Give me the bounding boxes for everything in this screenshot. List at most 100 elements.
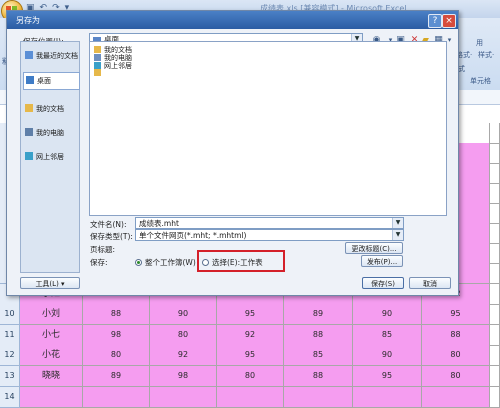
highlight-box: [197, 250, 285, 272]
name-cell[interactable]: 小七: [20, 325, 83, 346]
score-cell[interactable]: [490, 345, 500, 366]
score-cell[interactable]: 80: [150, 325, 217, 346]
score-cell[interactable]: [490, 284, 500, 305]
row-header[interactable]: 13: [0, 366, 20, 387]
score-cell[interactable]: [490, 123, 500, 144]
score-cell[interactable]: [284, 387, 353, 408]
score-cell[interactable]: [490, 183, 500, 204]
score-cell[interactable]: [490, 325, 500, 346]
save-scope-label: 保存:: [90, 258, 108, 267]
row-header[interactable]: 12: [0, 345, 20, 366]
desktop-icon: [26, 76, 34, 85]
score-cell[interactable]: 89: [284, 304, 353, 325]
folder-icon: [94, 69, 101, 76]
score-cell[interactable]: 88: [284, 325, 353, 346]
publish-button[interactable]: 发布(P)...: [361, 255, 403, 267]
tools-button[interactable]: 工具(L) ▾: [20, 277, 80, 289]
score-cell[interactable]: 95: [422, 304, 490, 325]
score-cell[interactable]: [490, 304, 500, 325]
places-bar: 我最近的文档 桌面我的文档我的电脑网上邻居: [20, 41, 80, 273]
score-cell[interactable]: 98: [83, 325, 150, 346]
score-cell[interactable]: 80: [217, 366, 284, 387]
score-cell[interactable]: 90: [353, 345, 422, 366]
place-label: 桌面: [37, 77, 51, 86]
score-cell[interactable]: [490, 243, 500, 264]
change-title-button[interactable]: 更改标题(C)...: [345, 242, 403, 254]
score-cell[interactable]: [150, 387, 217, 408]
name-cell[interactable]: 小花: [20, 345, 83, 366]
score-cell[interactable]: 80: [422, 366, 490, 387]
dialog-title-bar[interactable]: 另存为 ? ×: [7, 11, 458, 29]
page-title-label: 页标题:: [90, 245, 116, 254]
score-cell[interactable]: 80: [83, 345, 150, 366]
score-cell[interactable]: [217, 387, 284, 408]
cancel-button[interactable]: 取消: [409, 277, 451, 289]
my-documents-icon: [25, 104, 33, 113]
computer-icon: [94, 54, 101, 61]
score-cell[interactable]: 92: [150, 345, 217, 366]
filename-input[interactable]: 成绩表.mht ▼: [135, 217, 404, 229]
score-cell[interactable]: [422, 387, 490, 408]
radio-workbook[interactable]: 整个工作簿(W): [135, 257, 196, 268]
my-computer-icon: [25, 128, 33, 137]
file-item[interactable]: [94, 69, 104, 77]
place-item[interactable]: 桌面: [23, 72, 80, 91]
score-cell[interactable]: [490, 163, 500, 184]
dialog-title: 另存为: [16, 16, 40, 25]
place-item[interactable]: 网上邻居: [23, 149, 78, 165]
score-cell[interactable]: 90: [150, 304, 217, 325]
ribbon-fragment-3[interactable]: 样式·: [478, 50, 494, 60]
file-list[interactable]: 我的文档 我的电脑 网上邻居: [89, 41, 447, 216]
score-cell[interactable]: 88: [83, 304, 150, 325]
score-cell[interactable]: 88: [422, 325, 490, 346]
tools-button-label: 工具(L): [35, 280, 59, 288]
filename-label: 文件名(N):: [90, 220, 127, 229]
score-cell[interactable]: 80: [422, 345, 490, 366]
score-cell[interactable]: 85: [284, 345, 353, 366]
score-cell[interactable]: 90: [353, 304, 422, 325]
name-cell[interactable]: [20, 387, 83, 408]
place-item[interactable]: 我的电脑: [23, 125, 78, 141]
score-cell[interactable]: [490, 203, 500, 224]
score-cell[interactable]: [353, 387, 422, 408]
score-cell[interactable]: 95: [353, 366, 422, 387]
score-cell[interactable]: [490, 223, 500, 244]
ribbon-fragment-1[interactable]: 用: [476, 38, 483, 48]
radio-workbook-indicator[interactable]: [135, 259, 142, 266]
row-header[interactable]: 14: [0, 387, 20, 408]
row-header[interactable]: 11: [0, 325, 20, 346]
place-label: 我最近的文档: [36, 52, 78, 61]
place-item[interactable]: 我最近的文档: [23, 48, 78, 64]
ribbon-fragment-5: 单元格: [470, 77, 491, 85]
file-label: 网上邻居: [104, 62, 132, 70]
score-cell[interactable]: 89: [83, 366, 150, 387]
table-row: 小花 80 92 95 85 90 80: [20, 345, 500, 366]
row-header[interactable]: 10: [0, 304, 20, 325]
score-cell[interactable]: 92: [217, 325, 284, 346]
help-icon[interactable]: ?: [428, 14, 442, 28]
save-button[interactable]: 保存(S): [362, 277, 404, 289]
filetype-select[interactable]: 单个文件网页(*.mht; *.mhtml) ▼: [135, 229, 404, 241]
score-cell[interactable]: [490, 143, 500, 164]
radio-workbook-label: 整个工作簿(W): [145, 258, 196, 267]
score-cell[interactable]: 95: [217, 345, 284, 366]
score-cell[interactable]: [83, 387, 150, 408]
ribbon-fragment-4: 式: [458, 65, 465, 73]
table-row: 小刘 88 90 95 89 90 95: [20, 304, 500, 325]
chevron-down-icon[interactable]: ▼: [392, 230, 403, 240]
network-places-icon: [25, 152, 33, 161]
name-cell[interactable]: 小刘: [20, 304, 83, 325]
score-cell[interactable]: 95: [217, 304, 284, 325]
chevron-down-icon[interactable]: ▼: [392, 218, 403, 228]
score-cell[interactable]: 85: [353, 325, 422, 346]
score-cell[interactable]: [490, 387, 500, 408]
folder-icon: [94, 46, 101, 53]
score-cell[interactable]: [490, 366, 500, 387]
close-icon[interactable]: ×: [442, 14, 456, 28]
score-cell[interactable]: [490, 263, 500, 284]
score-cell[interactable]: 88: [284, 366, 353, 387]
save-as-dialog: 另存为 ? × 保存位置(I): 桌面 ▼ ◉ ▾ ▣ ✕ ▰ ▦ ▾ 我最近的…: [6, 10, 459, 296]
name-cell[interactable]: 晓晓: [20, 366, 83, 387]
score-cell[interactable]: 98: [150, 366, 217, 387]
place-item[interactable]: 我的文档: [23, 101, 78, 117]
